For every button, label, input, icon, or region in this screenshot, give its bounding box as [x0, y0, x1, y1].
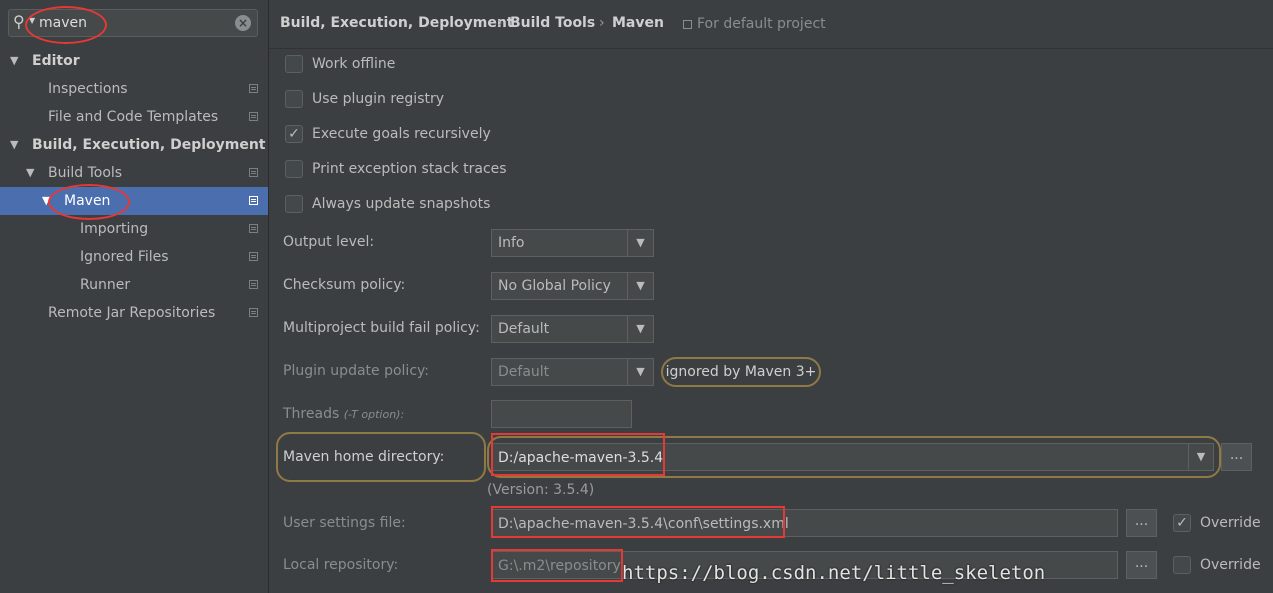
sidebar-item-label: File and Code Templates: [48, 109, 219, 125]
project-settings-icon: [249, 224, 258, 233]
expand-arrow-icon[interactable]: ▼: [10, 47, 18, 75]
threads-hint: (-T option):: [343, 408, 405, 421]
threads-label: Threads (-T option):: [283, 406, 404, 422]
expand-arrow-icon[interactable]: ▼: [10, 131, 18, 159]
maven-version-text: (Version: 3.5.4): [487, 482, 595, 498]
checkbox-label: Print exception stack traces: [312, 161, 507, 177]
breadcrumb-item[interactable]: Build Tools: [510, 15, 595, 31]
checkmark-icon[interactable]: ✓: [1173, 514, 1191, 532]
ignored-by-maven-note: ignored by Maven 3+: [661, 357, 821, 387]
project-settings-icon: [683, 20, 692, 29]
user-settings-browse-button[interactable]: ...: [1126, 509, 1157, 537]
maven-settings-panel: Build, Execution, Deployment › Build Too…: [269, 0, 1273, 593]
project-settings-icon: [249, 196, 258, 205]
maven-home-value: D:/apache-maven-3.5.4: [498, 450, 664, 466]
user-settings-input[interactable]: D:\apache-maven-3.5.4\conf\settings.xml: [491, 509, 1118, 537]
project-settings-icon: [249, 112, 258, 121]
threads-input[interactable]: [491, 400, 632, 428]
sidebar-item-maven[interactable]: ▼ Maven: [0, 187, 268, 215]
checkbox-box[interactable]: [285, 160, 303, 178]
sidebar-item-editor[interactable]: ▼ Editor: [0, 47, 268, 75]
checkbox-label: Override: [1200, 515, 1261, 531]
local-repository-value: G:\.m2\repository: [498, 558, 621, 574]
select-value: No Global Policy: [498, 278, 611, 294]
sidebar-item-runner[interactable]: Runner: [0, 271, 268, 299]
sidebar-item-label: Runner: [80, 277, 131, 293]
breadcrumb-item: Maven: [612, 15, 664, 31]
project-settings-icon: [249, 168, 258, 177]
checksum-policy-label: Checksum policy:: [283, 277, 406, 293]
watermark-text: https://blog.csdn.net/little_skeleton: [622, 562, 1046, 584]
chevron-down-icon[interactable]: ▼: [627, 230, 653, 256]
sidebar-item-remote-jar-repositories[interactable]: Remote Jar Repositories: [0, 299, 268, 327]
breadcrumb-separator: ›: [599, 15, 605, 31]
select-value: Info: [498, 235, 525, 251]
sidebar-item-build-tools[interactable]: ▼ Build Tools: [0, 159, 268, 187]
sidebar-item-label: Remote Jar Repositories: [48, 305, 216, 321]
sidebar-item-label: Importing: [80, 221, 149, 237]
checkbox-label: Work offline: [312, 56, 396, 72]
sidebar-item-importing[interactable]: Importing: [0, 215, 268, 243]
chevron-down-icon[interactable]: ▼: [627, 316, 653, 342]
maven-home-select[interactable]: D:/apache-maven-3.5.4 ▼: [491, 443, 1214, 471]
chevron-down-icon[interactable]: ▼: [29, 16, 35, 25]
checkbox-label: Override: [1200, 557, 1261, 573]
chevron-down-icon[interactable]: ▼: [627, 359, 653, 385]
checkbox-box[interactable]: [285, 195, 303, 213]
checkbox-box[interactable]: [1173, 556, 1191, 574]
maven-home-label: Maven home directory:: [283, 449, 445, 465]
project-settings-icon: [249, 280, 258, 289]
checkbox-label: Always update snapshots: [312, 196, 491, 212]
settings-sidebar: ⚲ ▼ × ▼ Editor Inspections File and Code…: [0, 0, 269, 593]
search-icon[interactable]: ⚲: [13, 12, 25, 31]
user-settings-value: D:\apache-maven-3.5.4\conf\settings.xml: [498, 516, 789, 532]
output-level-label: Output level:: [283, 234, 375, 250]
checkmark-icon[interactable]: ✓: [285, 125, 303, 143]
breadcrumb: Build, Execution, Deployment › Build Too…: [269, 0, 1273, 49]
sidebar-item-label: Inspections: [48, 81, 128, 97]
select-value: Default: [498, 321, 550, 337]
checksum-policy-select[interactable]: No Global Policy ▼: [491, 272, 654, 300]
settings-search[interactable]: ⚲ ▼ ×: [8, 9, 258, 37]
clear-search-icon[interactable]: ×: [235, 15, 251, 31]
checkbox-box[interactable]: [285, 90, 303, 108]
chevron-down-icon[interactable]: ▼: [1188, 444, 1213, 470]
multiproject-policy-select[interactable]: Default ▼: [491, 315, 654, 343]
breadcrumb-item[interactable]: Build, Execution, Deployment: [280, 15, 514, 31]
sidebar-item-label: Build Tools: [48, 165, 123, 181]
sidebar-item-inspections[interactable]: Inspections: [0, 75, 268, 103]
checkbox-label: Use plugin registry: [312, 91, 445, 107]
local-repository-browse-button[interactable]: ...: [1126, 551, 1157, 579]
select-value: Default: [498, 364, 550, 380]
project-settings-icon: [249, 84, 258, 93]
expand-arrow-icon[interactable]: ▼: [26, 159, 34, 187]
plugin-update-policy-select[interactable]: Default ▼: [491, 358, 654, 386]
sidebar-item-label: Editor: [32, 53, 80, 69]
user-settings-label: User settings file:: [283, 515, 406, 531]
sidebar-item-ignored-files[interactable]: Ignored Files: [0, 243, 268, 271]
threads-label-text: Threads: [283, 406, 340, 422]
multiproject-policy-label: Multiproject build fail policy:: [283, 320, 480, 336]
checkbox-label: Execute goals recursively: [312, 126, 491, 142]
search-input[interactable]: [39, 13, 229, 33]
checkbox-box[interactable]: [285, 55, 303, 73]
breadcrumb-separator: ›: [497, 15, 503, 31]
local-repository-label: Local repository:: [283, 557, 399, 573]
project-settings-icon: [249, 308, 258, 317]
project-settings-icon: [249, 252, 258, 261]
sidebar-item-file-templates[interactable]: File and Code Templates: [0, 103, 268, 131]
output-level-select[interactable]: Info ▼: [491, 229, 654, 257]
sidebar-item-label: Ignored Files: [80, 249, 169, 265]
sidebar-item-label: Build, Execution, Deployment: [32, 137, 266, 153]
default-project-label: For default project: [697, 16, 826, 32]
chevron-down-icon[interactable]: ▼: [627, 273, 653, 299]
plugin-update-policy-label: Plugin update policy:: [283, 363, 429, 379]
maven-home-browse-button[interactable]: ...: [1221, 443, 1252, 471]
expand-arrow-icon[interactable]: ▼: [42, 187, 50, 215]
sidebar-item-label: Maven: [64, 193, 111, 209]
sidebar-item-build-execution-deployment[interactable]: ▼ Build, Execution, Deployment: [0, 131, 268, 159]
